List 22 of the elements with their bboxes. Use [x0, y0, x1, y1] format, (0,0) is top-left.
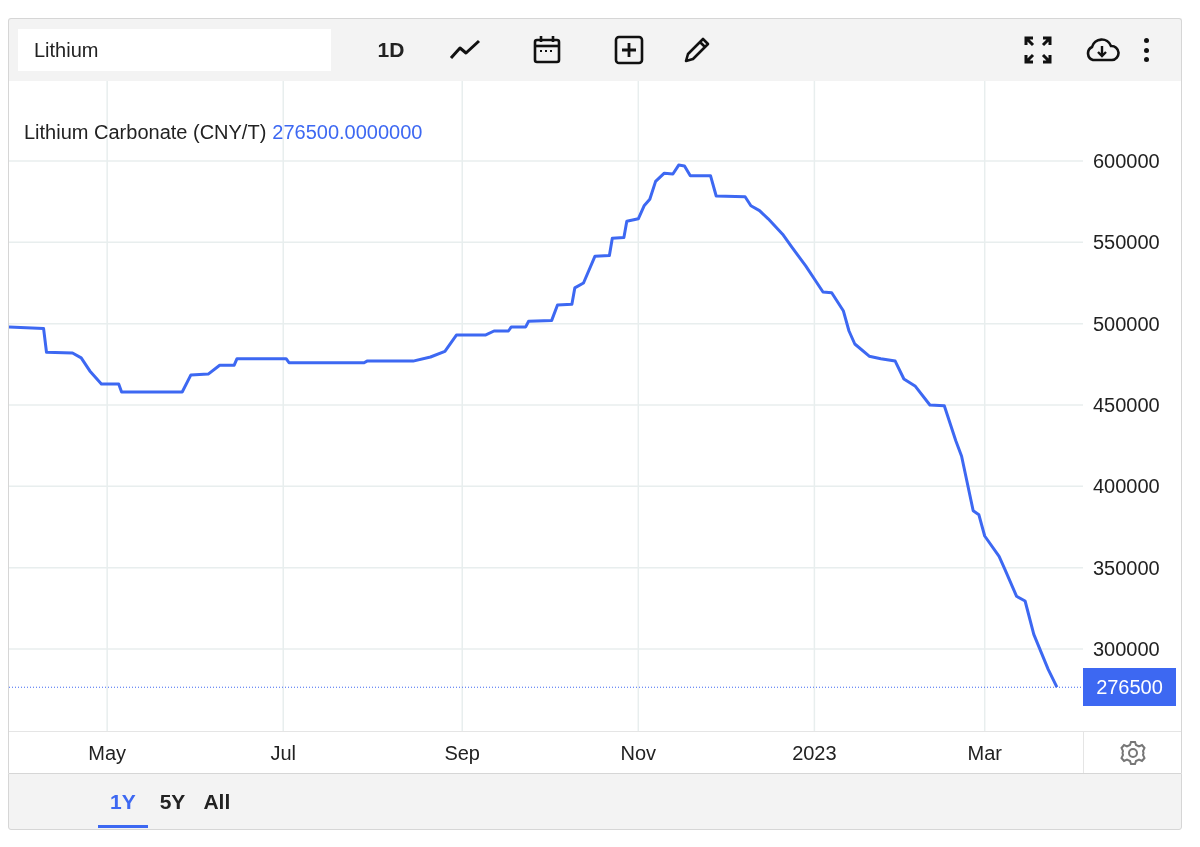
y-axis-label: 600000 [1093, 150, 1160, 173]
series-name: Lithium Carbonate (CNY/T) [24, 120, 267, 145]
x-axis-label: Nov [620, 742, 657, 764]
x-axis-label: May [88, 742, 127, 764]
search-field[interactable]: Lithium [18, 29, 331, 71]
x-axis-label: Sep [444, 742, 480, 764]
y-axis-label: 450000 [1093, 394, 1160, 416]
y-axis-label: 550000 [1093, 231, 1160, 254]
range-tab[interactable]: 5Y [153, 774, 192, 828]
settings-icon[interactable] [1119, 739, 1146, 766]
range-tab[interactable]: All [197, 774, 237, 828]
y-axis-label: 500000 [1093, 312, 1160, 335]
x-axis-label: Jul [270, 742, 297, 764]
y-axis-label: 300000 [1093, 638, 1160, 660]
range-tab[interactable]: 1Y [98, 774, 148, 828]
last-price-tag: 276500 [1083, 668, 1176, 707]
y-axis-label: 350000 [1093, 556, 1160, 579]
series-value: 276500.0000000 [272, 120, 423, 145]
interval-button[interactable]: 1D [363, 29, 419, 71]
x-axis-label: 2023 [792, 742, 837, 764]
x-axis-label: Mar [967, 742, 1002, 764]
y-axis-label: 400000 [1093, 475, 1160, 498]
